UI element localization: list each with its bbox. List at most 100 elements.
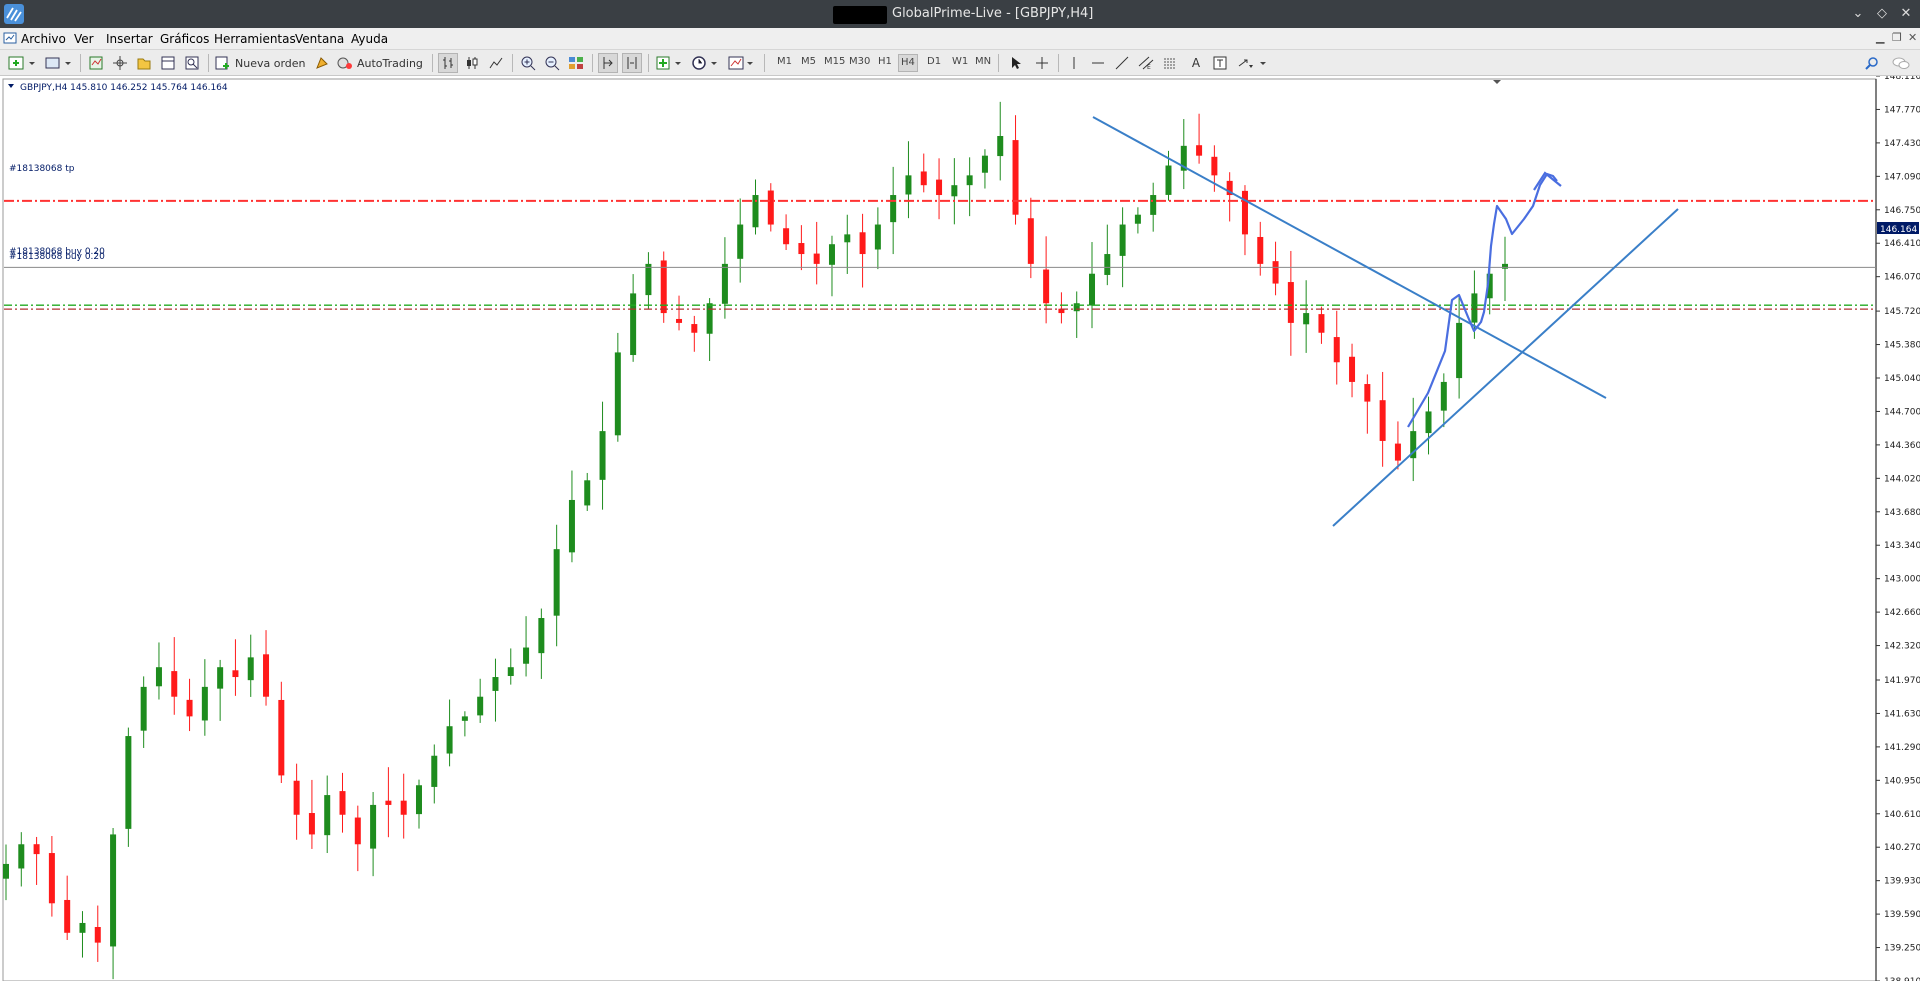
menu-ventana[interactable]: Ventana [295,32,344,46]
price-tick-label: 139.590 [1884,910,1920,920]
price-tick-label: 147.430 [1884,139,1920,149]
candle-bear [1287,282,1294,323]
candle-bear [263,654,270,697]
meta-editor-icon[interactable] [312,53,332,73]
crosshair-move-icon[interactable] [110,53,130,73]
candle-bull [477,696,484,716]
candle-bear [1349,356,1356,382]
new-order-button[interactable]: Nueva orden [214,53,306,73]
timeframe-h1[interactable]: H1 [878,56,892,67]
chevron-down-icon[interactable]: ⌄ [1848,4,1868,24]
chart-window-icon[interactable] [3,31,17,45]
menu-herramientas[interactable]: Herramientas [214,32,296,46]
toolbar-separator [208,54,209,72]
candle-bull [523,647,530,664]
chart-shift-icon[interactable] [622,53,642,73]
search-icon[interactable] [1862,53,1882,73]
diamond-icon[interactable]: ◇ [1872,4,1892,24]
candle-bear [1043,269,1050,304]
equidistant-channel-icon[interactable]: E [1136,53,1156,73]
price-tick-label: 143.000 [1884,575,1920,585]
price-tick-label: 145.040 [1884,374,1920,384]
menu-ayuda[interactable]: Ayuda [351,32,388,46]
candle-bear [339,791,346,815]
price-tick-label: 143.340 [1884,541,1920,551]
menu-archivo[interactable]: Archivo [21,32,66,46]
candle-bear [293,780,300,815]
text-tool-icon[interactable]: A [1186,53,1206,73]
candle-bull [890,195,897,223]
candle-bull [1134,214,1141,224]
price-chart[interactable]: GBPJPY,H4 145.810 146.252 145.764 146.16… [0,76,1920,981]
tile-windows-icon[interactable] [566,53,586,73]
toolbar-separator [432,54,433,72]
timeframe-m15[interactable]: M15 [824,56,845,67]
horizontal-line-icon[interactable] [1088,53,1108,73]
timeframe-mn[interactable]: MN [975,56,991,67]
candle-bull [217,667,224,689]
candle-bull [1150,195,1157,215]
current-price-label: 146.164 [1880,225,1917,235]
fibonacci-icon[interactable] [1160,53,1180,73]
candle-bear [676,318,683,323]
toolbar-separator [592,54,593,72]
timeframe-w1[interactable]: W1 [952,56,968,67]
candle-bull [630,293,637,356]
close-doc-icon[interactable]: ✕ [1908,31,1917,44]
strategy-tester-icon[interactable] [182,53,202,73]
indicators-icon[interactable] [654,53,686,73]
timeframe-d1[interactable]: D1 [927,56,941,67]
new-chart-icon[interactable] [6,53,38,73]
navigator-icon[interactable] [134,53,154,73]
candlestick-icon[interactable] [462,53,482,73]
candle-bear [354,817,361,845]
candle-bull [568,499,575,553]
candle-bear [232,670,239,678]
crosshair-icon[interactable] [1032,53,1052,73]
auto-scroll-icon[interactable] [598,53,618,73]
chat-icon[interactable] [1890,53,1912,73]
timeframe-m30[interactable]: M30 [849,56,870,67]
candle-bull [538,618,545,654]
trendline-icon[interactable] [1112,53,1132,73]
candle-bull [3,863,9,879]
line-chart-icon[interactable] [486,53,506,73]
timeframe-m5[interactable]: M5 [801,56,816,67]
menu-graficos[interactable]: Gráficos [160,32,209,46]
chart-area[interactable]: GBPJPY,H4 145.810 146.252 145.764 146.16… [0,76,1920,981]
minimize-doc-icon[interactable]: ▁ [1876,31,1884,44]
vertical-line-icon[interactable] [1064,53,1084,73]
new-order-label: Nueva orden [235,56,306,70]
redacted-account [833,6,887,24]
periods-clock-icon[interactable] [690,53,722,73]
market-watch-icon[interactable] [86,53,106,73]
candle-bear [767,190,774,225]
terminal-icon[interactable] [158,53,178,73]
timeframe-h4[interactable]: H4 [898,54,918,72]
price-tick-label: 148.110 [1884,76,1920,82]
zoom-out-icon[interactable] [542,53,562,73]
candle-bull [737,224,744,259]
arrows-icon[interactable] [1236,53,1270,73]
autotrading-button[interactable]: AutoTrading [336,53,424,73]
text-label-icon[interactable] [1210,53,1230,73]
main-toolbar: Nueva orden AutoTrading M1 M5 M15 M30 H1… [0,50,1920,76]
bar-chart-icon[interactable] [438,53,458,73]
candle-bull [507,667,514,677]
order-label-tp: #18138068 tp [9,164,75,174]
cursor-icon[interactable] [1006,53,1026,73]
menu-ver[interactable]: Ver [74,32,94,46]
chart-header: GBPJPY,H4 145.810 146.252 145.764 146.16… [20,83,228,93]
templates-icon[interactable] [726,53,758,73]
zoom-in-icon[interactable] [518,53,538,73]
restore-doc-icon[interactable]: ❐ [1892,31,1902,44]
profiles-icon[interactable] [42,53,74,73]
candle-bull [431,755,438,787]
candle-bull [584,480,591,506]
toolbar-separator [1058,54,1059,72]
menu-insertar[interactable]: Insertar [106,32,153,46]
toolbar-separator [648,54,649,72]
close-icon[interactable]: ✕ [1896,4,1916,24]
timeframe-m1[interactable]: M1 [777,56,792,67]
candle-bear [48,853,55,904]
